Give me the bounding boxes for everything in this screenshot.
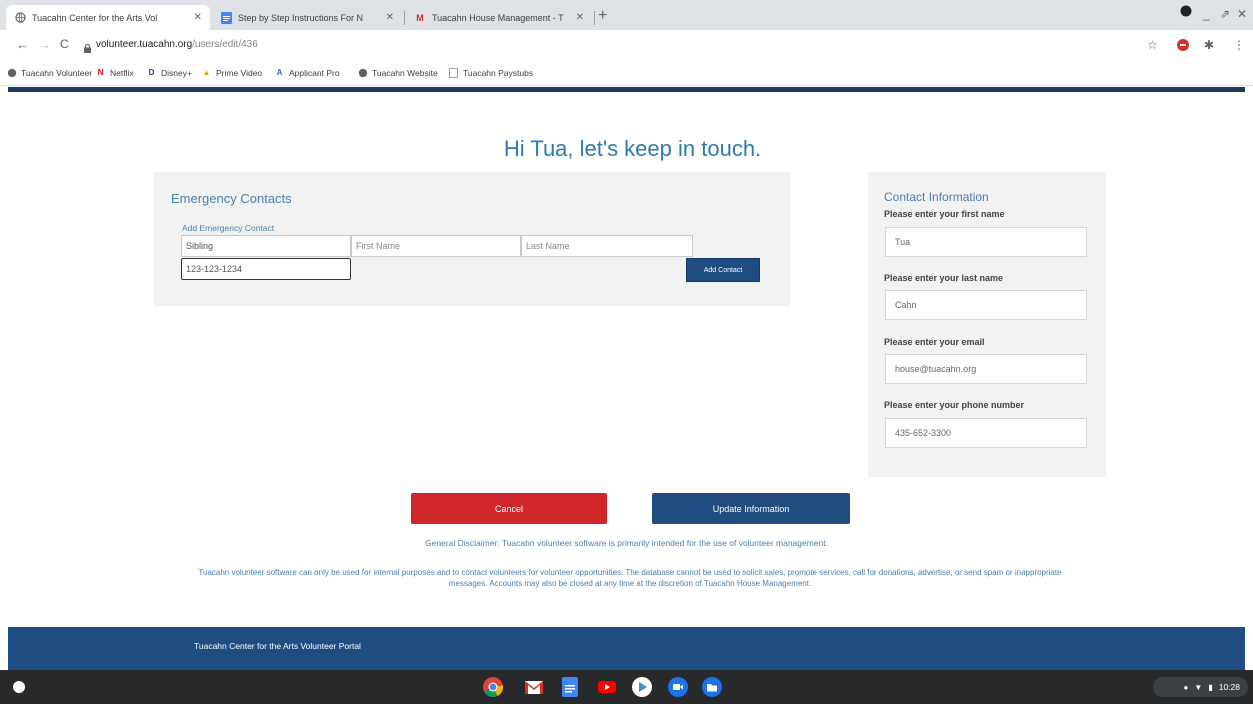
meet-icon[interactable]: [668, 677, 688, 697]
forward-icon[interactable]: →: [38, 37, 51, 52]
address-bar[interactable]: volunteer.tuacahn.org/users/edit/436: [96, 39, 258, 50]
last-name-input[interactable]: Cahn: [885, 290, 1087, 320]
bookmark-label: Tuacahn Website: [372, 67, 438, 78]
contact-information-title: Contact Information: [884, 190, 989, 204]
emergency-contacts-title: Emergency Contacts: [171, 191, 292, 206]
url-path: /users/edit/436: [192, 39, 258, 50]
globe-icon: [357, 67, 368, 78]
add-contact-button[interactable]: Add Contact: [686, 258, 760, 282]
phone-input[interactable]: 435-652-3300: [885, 418, 1087, 448]
bookmark-label: Applicant Pro: [289, 67, 340, 78]
first-name-field[interactable]: First Name: [351, 235, 521, 257]
maximize-icon[interactable]: ⇗: [1220, 7, 1230, 21]
close-icon[interactable]: ✕: [194, 12, 202, 23]
battery-icon: ▮: [1208, 682, 1213, 692]
tab-step-by-step[interactable]: Step by Step Instructions For N ✕: [212, 5, 402, 30]
bookmark-label: Prime Video: [216, 67, 263, 78]
email-label: Please enter your email: [884, 337, 985, 347]
menu-icon[interactable]: ⋮: [1233, 38, 1245, 52]
chrome-icon[interactable]: [483, 677, 504, 697]
launcher-icon[interactable]: [13, 681, 25, 693]
os-shelf: ● ▼ ▮ 10:28: [0, 670, 1253, 704]
bookmark-label: Tuacahn Volunteer: [21, 67, 93, 78]
bookmark-tuacahn-paystubs[interactable]: Tuacahn Paystubs: [448, 67, 533, 78]
emergency-contacts-panel: Emergency Contacts Add Emergency Contact…: [154, 172, 790, 306]
url-host: volunteer.tuacahn.org: [96, 39, 193, 50]
last-name-label: Please enter your last name: [884, 273, 1004, 283]
minimize-icon[interactable]: _: [1203, 7, 1210, 21]
tab-divider: [404, 11, 405, 25]
bookmark-tuacahn-volunteer[interactable]: Tuacahn Volunteer: [6, 67, 92, 78]
applicantpro-icon: A: [276, 68, 283, 77]
first-name-input[interactable]: Tua: [885, 227, 1087, 257]
first-name-label: Please enter your first name: [884, 209, 1005, 219]
bookmark-label: Tuacahn Paystubs: [463, 67, 534, 78]
update-information-button[interactable]: Update Information: [652, 493, 850, 524]
docs-icon[interactable]: [562, 677, 582, 697]
extensions-puzzle-icon[interactable]: ✱: [1204, 38, 1214, 52]
bookmark-prime-video[interactable]: ▲ Prime Video: [201, 67, 263, 78]
tab-house-management[interactable]: M Tuacahn House Management - T ✕: [406, 5, 592, 30]
back-icon[interactable]: ←: [16, 37, 29, 52]
bookmarks-bar: Tuacahn Volunteer N Netflix D Disney+ ▲ …: [0, 60, 1253, 86]
bookmark-label: Disney+: [161, 67, 192, 78]
gmail-icon[interactable]: [524, 677, 544, 697]
star-icon[interactable]: ☆: [1147, 38, 1158, 52]
gmail-icon: M: [416, 12, 424, 23]
last-name-field[interactable]: Last Name: [521, 235, 693, 257]
footer-title: Tuacahn Center for the Arts Volunteer Po…: [194, 641, 361, 651]
lock-icon: [84, 40, 91, 53]
emergency-phone-field[interactable]: 123-123-1234: [181, 258, 351, 280]
new-tab-button[interactable]: +: [598, 7, 607, 25]
page-title: Hi Tua, let's keep in touch.: [0, 136, 1253, 162]
cancel-button[interactable]: Cancel: [411, 493, 607, 524]
bookmark-label: Netflix: [110, 67, 134, 78]
usage-policy-text: Tuacahn volunteer software can only be u…: [198, 568, 1062, 588]
disney-icon: D: [148, 68, 155, 77]
close-window-icon[interactable]: ✕: [1237, 7, 1247, 21]
browser-tabstrip: Tuacahn Center for the Arts Vol ✕ Step b…: [0, 0, 1253, 30]
files-icon[interactable]: [702, 677, 722, 697]
tab-tuacahn-volunteer[interactable]: Tuacahn Center for the Arts Vol ✕: [6, 5, 210, 30]
notification-icon: ●: [1183, 682, 1189, 692]
site-header-bar: [8, 87, 1245, 92]
tab-label: Tuacahn Center for the Arts Vol: [32, 12, 158, 23]
screen: Tuacahn Center for the Arts Vol ✕ Step b…: [0, 0, 1253, 704]
greeting-text: Hi Tua, let's keep in touch.: [503, 136, 762, 161]
add-emergency-contact-link[interactable]: Add Emergency Contact: [182, 223, 274, 233]
bookmark-tuacahn-website[interactable]: Tuacahn Website: [357, 67, 438, 78]
page-icon: [448, 67, 459, 78]
play-store-icon[interactable]: [632, 677, 652, 697]
globe-icon: [6, 67, 17, 78]
phone-label: Please enter your phone number: [884, 400, 1025, 410]
tab-divider: [594, 11, 595, 25]
browser-toolbar: ← → C volunteer.tuacahn.org/users/edit/4…: [0, 30, 1253, 60]
extension-stop-icon[interactable]: [1177, 39, 1189, 54]
bookmark-disney[interactable]: D Disney+: [146, 67, 192, 78]
netflix-icon: N: [97, 68, 104, 77]
globe-icon: [14, 12, 26, 24]
clock: 10:28: [1218, 682, 1240, 692]
tab-label: Step by Step Instructions For N: [238, 12, 364, 23]
general-disclaimer: General Disclaimer: Tuacahn volunteer so…: [424, 538, 828, 548]
prime-icon: ▲: [202, 68, 211, 77]
close-icon[interactable]: ✕: [576, 12, 584, 23]
site-footer: Tuacahn Center for the Arts Volunteer Po…: [8, 627, 1245, 670]
tab-label: Tuacahn House Management - T: [432, 12, 564, 23]
status-tray[interactable]: ● ▼ ▮ 10:28: [1153, 677, 1248, 697]
reload-icon[interactable]: C: [60, 37, 69, 51]
email-input[interactable]: house@tuacahn.org: [885, 354, 1087, 384]
docs-icon: [220, 11, 232, 24]
bookmark-applicant-pro[interactable]: A Applicant Pro: [274, 67, 340, 78]
relationship-field[interactable]: Sibling: [181, 235, 351, 257]
profile-icon[interactable]: [1180, 5, 1192, 20]
close-icon[interactable]: ✕: [386, 12, 394, 23]
wifi-icon: ▼: [1194, 682, 1203, 692]
bookmark-netflix[interactable]: N Netflix: [95, 67, 134, 78]
youtube-icon[interactable]: [597, 677, 617, 697]
